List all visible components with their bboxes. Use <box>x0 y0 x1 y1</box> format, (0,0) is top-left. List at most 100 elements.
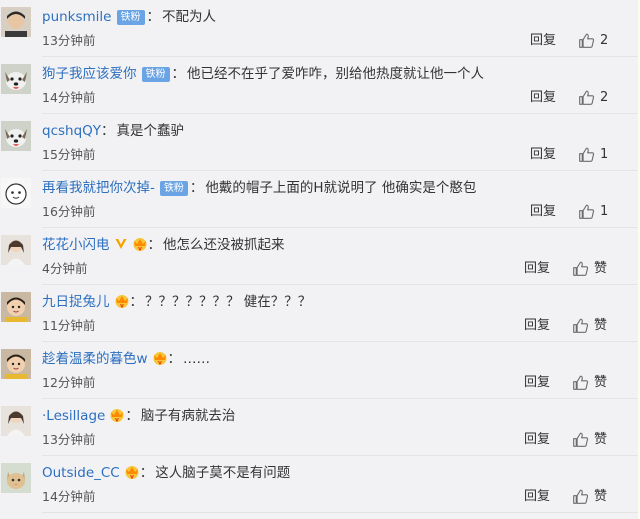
thumbs-up-icon <box>572 260 589 277</box>
comment-row: 九日捉兔儿 v ：？？？？？？？ 健在？？？ 11分钟前 回复 赞 <box>0 285 640 342</box>
colon-separator: ： <box>139 465 154 481</box>
avatar[interactable] <box>1 121 31 151</box>
reply-button[interactable]: 回复 <box>524 372 550 394</box>
vip-crown-icon[interactable]: v <box>114 293 130 309</box>
comment-row: Outside_CC v ：这人脑子莫不是有问题 14分钟前 回复 赞 <box>0 456 640 513</box>
avatar[interactable] <box>1 235 31 265</box>
reply-button[interactable]: 回复 <box>530 30 556 52</box>
comment-time: 11分钟前 <box>42 318 96 333</box>
svg-text:v: v <box>130 474 134 481</box>
comment-text: ？？？？？？？ 健在？？？ <box>145 294 312 310</box>
like-count: 1 <box>600 147 609 162</box>
row-divider <box>42 512 640 513</box>
comment-text: 脑子有病就去治 <box>140 408 236 424</box>
avatar[interactable] <box>1 7 31 37</box>
vip-crown-icon[interactable]: v <box>109 407 125 423</box>
reply-button[interactable]: 回复 <box>524 258 550 280</box>
reply-button[interactable]: 回复 <box>530 87 556 109</box>
like-count: 赞 <box>594 432 608 447</box>
like-count: 2 <box>600 33 609 48</box>
avatar[interactable] <box>1 178 31 208</box>
like-count: 赞 <box>594 375 608 390</box>
reply-button[interactable]: 回复 <box>524 429 550 451</box>
thumbs-up-icon <box>572 431 589 448</box>
comment-time: 14分钟前 <box>42 90 96 105</box>
username-link[interactable]: qcshqQY <box>42 123 101 139</box>
like-count: 赞 <box>594 261 608 276</box>
avatar[interactable] <box>1 463 31 493</box>
fan-badge[interactable]: 铁粉 <box>116 10 145 25</box>
comment-line: ·Lesillage v ：脑子有病就去治 <box>42 405 235 427</box>
comment-line: qcshqQY： 真是个蠢驴 <box>42 120 184 142</box>
colon-separator: ： <box>146 9 161 25</box>
like-count: 1 <box>600 204 609 219</box>
colon-separator: ： <box>129 294 144 310</box>
comment-time: 13分钟前 <box>42 33 96 48</box>
username-link[interactable]: 趁着温柔的暮色w <box>42 351 148 367</box>
reply-button[interactable]: 回复 <box>524 315 550 337</box>
svg-text:v: v <box>120 303 124 310</box>
comment-time: 13分钟前 <box>42 432 96 447</box>
avatar-child-icon <box>1 349 31 379</box>
like-count: 2 <box>600 90 609 105</box>
username-link[interactable]: 九日捉兔儿 <box>42 294 110 310</box>
vip-crown-icon[interactable]: v <box>124 464 140 480</box>
comment-text: 他怎么还没被抓起来 <box>163 237 285 253</box>
colon-separator: ： <box>167 351 182 367</box>
username-link[interactable]: 再看我就把你次掉- <box>42 180 155 196</box>
comment-line: 九日捉兔儿 v ：？？？？？？？ 健在？？？ <box>42 291 311 313</box>
svg-text:v: v <box>138 246 142 253</box>
thumbs-up-icon <box>578 146 595 163</box>
comment-row: 再看我就把你次掉- 铁粉：他戴的帽子上面的H就说明了 他确实是个憨包 16分钟前 … <box>0 171 640 228</box>
comment-line: 趁着温柔的暮色w v ：…… <box>42 348 210 370</box>
reply-button[interactable]: 回复 <box>530 201 556 223</box>
comment-row: punksmile 铁粉：不配为人 13分钟前 回复 2 <box>0 0 640 57</box>
vip-crown-icon[interactable]: v <box>152 350 168 366</box>
comment-row: 花花小闪电 v ：他怎么还没被抓起来 4分钟前 回复 赞 <box>0 228 640 285</box>
comment-time: 4分钟前 <box>42 261 88 276</box>
comment-text: 他已经不在乎了爱咋咋，别给他热度就让他一个人 <box>187 66 484 82</box>
avatar[interactable] <box>1 292 31 322</box>
reply-button[interactable]: 回复 <box>530 144 556 166</box>
like-count: 赞 <box>594 318 608 333</box>
username-link[interactable]: 狗子我应该爱你 <box>42 66 137 82</box>
comment-text: 不配为人 <box>162 9 216 25</box>
avatar-person-icon <box>1 406 31 436</box>
thumbs-up-icon <box>572 488 589 505</box>
vip-crown-icon[interactable]: v <box>132 236 148 252</box>
comment-text: 真是个蠢驴 <box>116 123 185 139</box>
fan-badge[interactable]: 铁粉 <box>141 67 170 82</box>
thumbs-up-icon <box>572 374 589 391</box>
username-link[interactable]: Outside_CC <box>42 465 120 481</box>
comment-line: Outside_CCv ：这人脑子莫不是有问题 <box>42 462 290 484</box>
avatar[interactable] <box>1 64 31 94</box>
avatar-boy-icon <box>1 7 31 37</box>
thumbs-up-icon <box>578 89 595 106</box>
comment-text: 这人脑子莫不是有问题 <box>155 465 291 481</box>
svg-text:v: v <box>158 360 162 367</box>
comment-line: 狗子我应该爱你 铁粉：他已经不在乎了爱咋咋，别给他热度就让他一个人 <box>42 63 484 85</box>
comment-text: 他戴的帽子上面的H就说明了 他确实是个憨包 <box>205 180 477 196</box>
comment-row: 趁着温柔的暮色w v ：…… 12分钟前 回复 赞 <box>0 342 640 399</box>
avatar[interactable] <box>1 406 31 436</box>
avatar[interactable] <box>1 349 31 379</box>
avatar-dog-icon <box>1 64 31 94</box>
comment-line: 花花小闪电 v ：他怎么还没被抓起来 <box>42 234 285 256</box>
username-link[interactable]: 花花小闪电 <box>42 237 110 253</box>
colon-separator: ： <box>101 123 115 139</box>
comment-feed: punksmile 铁粉：不配为人 13分钟前 回复 2 狗子我应该爱你 铁粉：他已… <box>0 0 640 519</box>
avatar-cartoon-icon <box>1 178 31 208</box>
colon-separator: ： <box>125 408 139 424</box>
reply-button[interactable]: 回复 <box>524 486 550 508</box>
comment-time: 16分钟前 <box>42 204 96 219</box>
colon-separator: ： <box>171 66 186 82</box>
like-count: 赞 <box>594 489 608 504</box>
comment-row: ·Lesillage v ：脑子有病就去治 13分钟前 回复 赞 <box>0 399 640 456</box>
colon-separator: ： <box>189 180 204 196</box>
svg-text:v: v <box>115 417 119 424</box>
fan-badge[interactable]: 铁粉 <box>159 181 188 196</box>
username-link[interactable]: ·Lesillage <box>42 408 105 424</box>
comment-time: 12分钟前 <box>42 375 96 390</box>
username-link[interactable]: punksmile <box>42 9 112 25</box>
verified-v-icon <box>114 237 128 251</box>
